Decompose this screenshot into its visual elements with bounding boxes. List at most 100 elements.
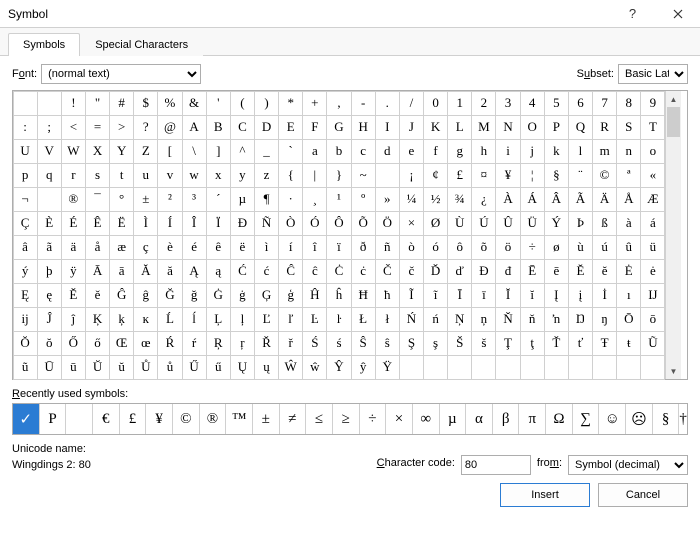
recent-symbol-cell[interactable]: £ <box>120 404 147 434</box>
symbol-cell[interactable]: Đ <box>471 259 496 284</box>
symbol-cell[interactable]: É <box>61 211 86 236</box>
symbol-cell[interactable]: r <box>61 163 86 188</box>
symbol-cell[interactable]: Ŭ <box>85 355 110 380</box>
symbol-cell[interactable]: ï <box>326 235 351 260</box>
symbol-cell[interactable]: Ų <box>230 355 255 380</box>
symbol-cell[interactable]: Ŋ <box>568 307 593 332</box>
symbol-cell[interactable]: D <box>254 115 279 140</box>
symbol-cell[interactable]: K <box>423 115 448 140</box>
recent-symbol-cell[interactable]: β <box>493 404 520 434</box>
symbol-cell[interactable]: . <box>375 91 400 116</box>
symbol-cell[interactable]: ċ <box>351 259 376 284</box>
symbol-cell[interactable]: Æ <box>640 187 665 212</box>
scroll-thumb[interactable] <box>667 107 680 137</box>
symbol-cell[interactable]: c <box>351 139 376 164</box>
symbol-cell[interactable]: ű <box>206 355 231 380</box>
symbol-cell[interactable]: u <box>133 163 158 188</box>
symbol-cell[interactable]: ē <box>544 259 569 284</box>
symbol-cell[interactable]: ļ <box>230 307 255 332</box>
symbol-cell[interactable]: ; <box>37 115 62 140</box>
recent-symbol-cell[interactable]: ∞ <box>413 404 440 434</box>
symbol-cell[interactable]: Š <box>447 331 472 356</box>
symbol-cell[interactable]: Ö <box>375 211 400 236</box>
symbol-cell[interactable]: ë <box>230 235 255 260</box>
symbol-cell[interactable]: ė <box>640 259 665 284</box>
recent-symbol-cell[interactable]: € <box>93 404 120 434</box>
recent-symbol-cell[interactable]: α <box>466 404 493 434</box>
symbol-cell[interactable]: Î <box>182 211 207 236</box>
symbol-cell[interactable]: 9 <box>640 91 665 116</box>
symbol-cell[interactable]: { <box>278 163 303 188</box>
tab-special-characters[interactable]: Special Characters <box>80 33 203 56</box>
symbol-cell[interactable]: Å <box>616 187 641 212</box>
symbol-cell[interactable]: Ļ <box>206 307 231 332</box>
symbol-cell[interactable]: È <box>37 211 62 236</box>
symbol-cell[interactable]: Ŧ <box>592 331 617 356</box>
symbol-cell[interactable]: ĳ <box>13 307 38 332</box>
symbol-cell[interactable]: = <box>85 115 110 140</box>
symbol-cell[interactable]: ģ <box>278 283 303 308</box>
recent-symbol-cell[interactable]: ÷ <box>360 404 387 434</box>
subset-select[interactable]: Basic Latin <box>618 64 688 84</box>
recent-symbol-cell[interactable]: ¥ <box>146 404 173 434</box>
symbol-cell[interactable]: e <box>399 139 424 164</box>
symbol-cell[interactable]: ę <box>37 283 62 308</box>
symbol-cell[interactable]: ¨ <box>568 163 593 188</box>
symbol-cell[interactable]: Ľ <box>254 307 279 332</box>
symbol-cell[interactable]: Ă <box>133 259 158 284</box>
symbol-cell[interactable]: g <box>447 139 472 164</box>
symbol-cell[interactable]: Ŗ <box>206 331 231 356</box>
symbol-cell[interactable]: + <box>302 91 327 116</box>
symbol-cell[interactable]: Ő <box>61 331 86 356</box>
symbol-cell[interactable]: O <box>520 115 545 140</box>
symbol-cell[interactable]: ş <box>423 331 448 356</box>
symbol-cell[interactable]: ² <box>157 187 182 212</box>
symbol-cell[interactable]: ø <box>544 235 569 260</box>
symbol-cell[interactable]: n <box>616 139 641 164</box>
symbol-cell[interactable]: Į <box>544 283 569 308</box>
symbol-cell[interactable]: # <box>109 91 134 116</box>
insert-button[interactable]: Insert <box>500 483 590 507</box>
symbol-cell[interactable]: f <box>423 139 448 164</box>
symbol-cell[interactable]: Ĵ <box>37 307 62 332</box>
symbol-cell[interactable]: v <box>157 163 182 188</box>
recent-symbol-cell[interactable]: † <box>679 404 687 434</box>
symbol-cell[interactable]: C <box>230 115 255 140</box>
symbol-cell[interactable]: þ <box>37 259 62 284</box>
symbol-cell[interactable]: ő <box>85 331 110 356</box>
symbol-cell[interactable]: L <box>447 115 472 140</box>
symbol-cell[interactable]: Ō <box>616 307 641 332</box>
symbol-cell[interactable]: š <box>471 331 496 356</box>
symbol-cell[interactable]: ç <box>133 235 158 260</box>
symbol-cell[interactable]: Ű <box>182 355 207 380</box>
symbol-cell[interactable]: µ <box>230 187 255 212</box>
symbol-cell[interactable]: Ē <box>520 259 545 284</box>
symbol-cell[interactable]: V <box>37 139 62 164</box>
symbol-cell[interactable]: ū <box>61 355 86 380</box>
symbol-cell[interactable]: Ą <box>182 259 207 284</box>
symbol-cell[interactable]: Ð <box>230 211 255 236</box>
symbol-cell[interactable]: ĝ <box>133 283 158 308</box>
close-button[interactable] <box>655 0 700 28</box>
symbol-cell[interactable]: h <box>471 139 496 164</box>
symbol-cell[interactable]: b <box>326 139 351 164</box>
tab-symbols[interactable]: Symbols <box>8 33 80 56</box>
symbol-cell[interactable]: ÿ <box>61 259 86 284</box>
symbol-cell[interactable] <box>13 91 38 116</box>
symbol-cell[interactable]: x <box>206 163 231 188</box>
symbol-cell[interactable]: y <box>230 163 255 188</box>
recent-symbol-cell[interactable]: Ω <box>546 404 573 434</box>
symbol-cell[interactable]: Õ <box>351 211 376 236</box>
symbol-cell[interactable]: ľ <box>278 307 303 332</box>
cancel-button[interactable]: Cancel <box>598 483 688 507</box>
symbol-cell[interactable]: w <box>182 163 207 188</box>
symbol-cell[interactable]: Ł <box>351 307 376 332</box>
symbol-cell[interactable]: Ů <box>133 355 158 380</box>
symbol-cell[interactable]: ĸ <box>133 307 158 332</box>
symbol-cell[interactable] <box>37 91 62 116</box>
symbol-cell[interactable]: ń <box>423 307 448 332</box>
symbol-cell[interactable]: â <box>13 235 38 260</box>
symbol-cell[interactable]: < <box>61 115 86 140</box>
symbol-cell[interactable]: W <box>61 139 86 164</box>
symbol-cell[interactable]: Ú <box>471 211 496 236</box>
